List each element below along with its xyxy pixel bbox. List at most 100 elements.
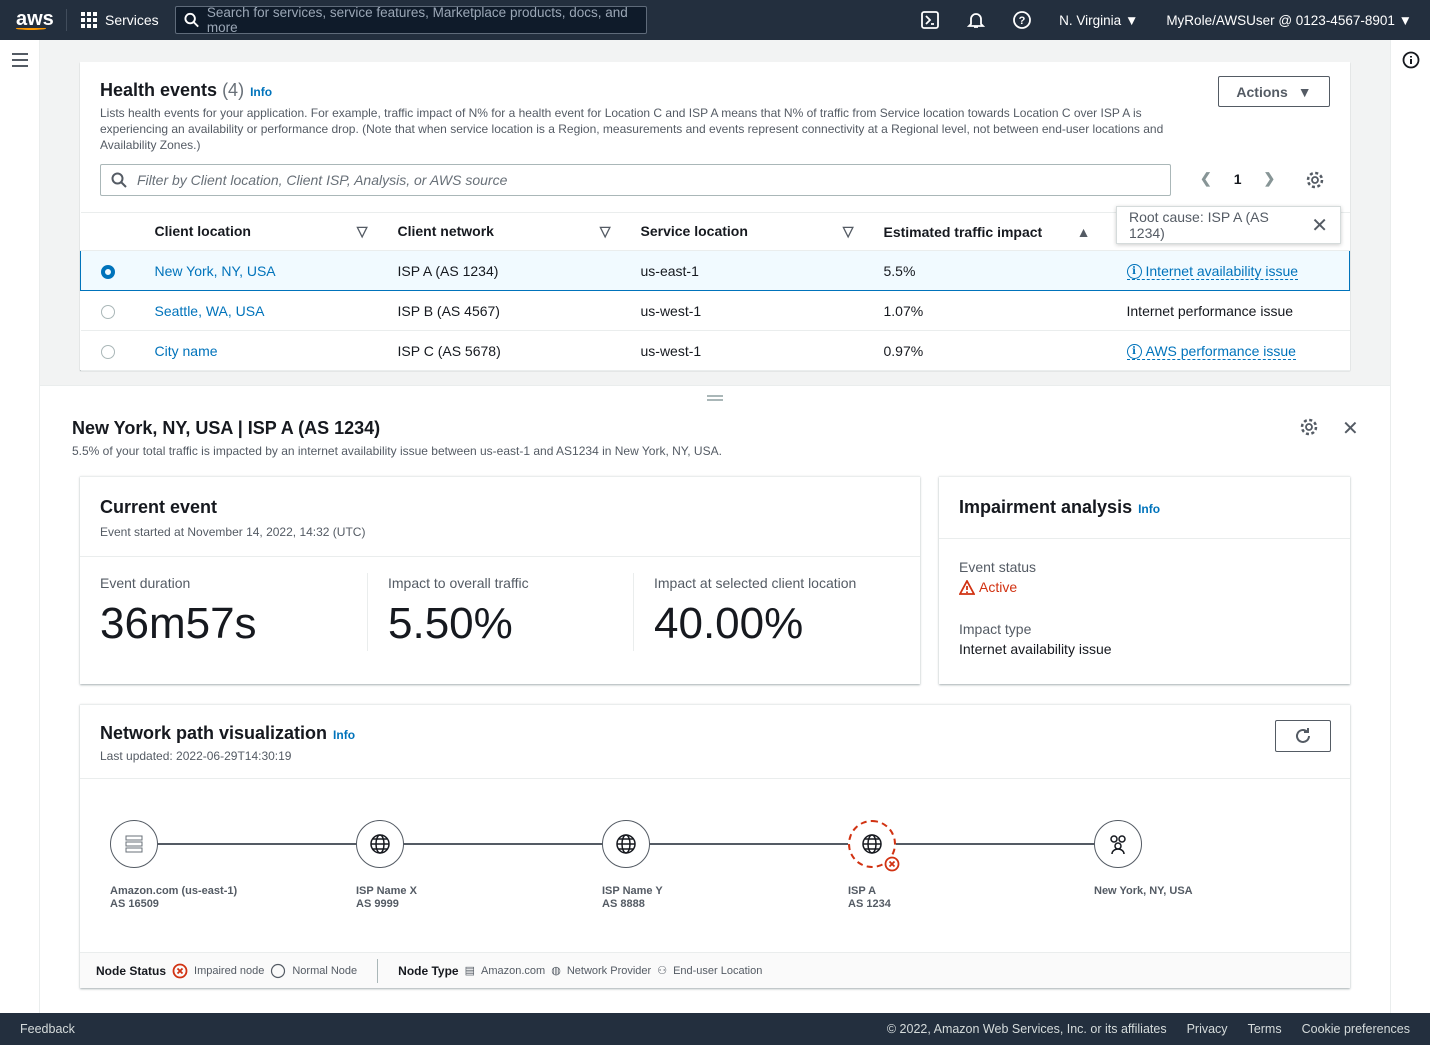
column-header-client-location[interactable]: Client location ▽ [134,212,378,251]
logo-text: aws [16,7,54,30]
global-search-input[interactable]: Search for services, service features, M… [174,5,647,35]
event-status-value: Active [959,579,1330,595]
close-panel-icon[interactable]: ✕ [1342,416,1359,441]
node-name: ISP Name Y [602,885,663,897]
page-number[interactable]: 1 [1234,171,1242,187]
row-radio[interactable] [101,264,115,279]
account-menu[interactable]: MyRole/AWSUser @ 0123-4567-8901 ▼ [1166,13,1412,28]
network-legend: Node Status Impaired node Normal Node No… [80,952,1350,988]
split-panel: New York, NY, USA | ISP A (AS 1234) 5.5%… [40,385,1390,1013]
column-header-service-location[interactable]: Service location ▽ [620,212,864,251]
globe-icon: ◍ [551,965,561,977]
info-panel-icon[interactable] [1402,51,1420,69]
network-info-link[interactable]: Info [333,728,355,742]
caret-down-icon: ▼ [1297,83,1312,100]
node-label: ISP Name X AS 9999 [356,885,417,911]
services-menu-button[interactable]: Services [81,12,159,28]
table-row[interactable]: Seattle, WA, USA ISP B (AS 4567) us-west… [80,290,1350,331]
footer: Feedback © 2022, Amazon Web Services, In… [0,1013,1430,1045]
impairment-title: Impairment analysis [959,497,1133,517]
service-cell: us-west-1 [620,330,864,371]
settings-gear-icon[interactable] [1300,418,1318,436]
region-selector[interactable]: N. Virginia ▼ [1059,13,1138,28]
hamburger-menu-icon[interactable] [12,53,28,67]
service-cell: us-east-1 [620,250,864,291]
legend-enduser: End-user Location [673,964,763,977]
health-events-title: Health events (4) [100,80,245,100]
users-icon: ⚇ [657,965,668,977]
service-cell: us-west-1 [620,290,864,331]
search-icon [111,172,127,188]
health-description: Lists health events for your application… [100,106,1164,152]
users-icon [1106,833,1130,855]
location-link[interactable]: City name [155,343,218,359]
node-as: AS 9999 [356,898,399,910]
node-name: New York, NY, USA [1094,885,1193,897]
cloudshell-icon[interactable] [921,11,940,29]
health-info-link[interactable]: Info [250,85,272,99]
table-row[interactable]: City name ISP C (AS 5678) us-west-1 0.97… [80,330,1350,371]
left-rail [0,40,40,1013]
refresh-button[interactable] [1275,720,1331,752]
divider [66,9,67,31]
row-radio[interactable] [100,344,115,359]
right-rail [1390,40,1430,1013]
analysis-link[interactable]: i AWS performance issue [1126,343,1296,361]
settings-gear-icon[interactable] [1306,171,1324,189]
bell-icon[interactable] [967,11,986,29]
analysis-cell: Internet performance issue [1106,290,1350,331]
location-link[interactable]: New York, NY, USA [155,263,276,279]
network-path-diagram: Amazon.com (us-east-1) AS 16509 ISP Name X… [80,805,1350,925]
impact-cell: 0.97% [863,330,1107,371]
path-node[interactable] [848,820,900,872]
node-label: ISP Name Y AS 8888 [602,885,663,911]
cookie-preferences-link[interactable]: Cookie preferences [1302,1022,1410,1036]
warning-icon [959,579,975,595]
aws-logo[interactable]: aws [16,7,54,30]
privacy-link[interactable]: Privacy [1187,1022,1228,1036]
current-event-panel: Current event Event started at November … [80,476,920,684]
feedback-link[interactable]: Feedback [20,1022,75,1036]
amazon-datacenter-icon [124,834,144,854]
node-name: ISP Name X [356,885,417,897]
region-label: N. Virginia [1059,12,1122,28]
location-link[interactable]: Seattle, WA, USA [155,303,265,319]
current-event-title: Current event [100,497,218,517]
impact-type-value: Internet availability issue [959,641,1112,657]
grid-icon [81,12,97,28]
path-node[interactable] [602,820,650,868]
analysis-link[interactable]: i Internet availability issue [1126,263,1299,281]
path-node[interactable] [1094,820,1142,868]
node-as: AS 1234 [848,898,891,910]
resize-handle[interactable] [707,395,723,401]
health-events-container: Health events (4) Info Lists health even… [80,62,1350,371]
actions-button[interactable]: Actions ▼ [1218,76,1330,107]
path-node[interactable] [110,820,158,868]
previous-page-icon[interactable]: ❮ [1200,170,1212,187]
impact-type-label: Impact type [959,621,1032,637]
network-path-title: Network path visualization [100,723,328,743]
network-cell: ISP B (AS 4567) [377,290,621,331]
event-status-label: Event status [959,559,1037,575]
close-icon[interactable]: ✕ [1311,213,1328,238]
row-radio[interactable] [100,304,115,319]
column-header-client-network[interactable]: Client network ▽ [377,212,621,251]
column-header-traffic-impact[interactable]: Estimated traffic impact ▲ [863,212,1107,251]
next-page-icon[interactable]: ❯ [1264,170,1276,187]
terms-link[interactable]: Terms [1248,1022,1282,1036]
event-started: Event started at November 14, 2022, 14:3… [100,525,366,539]
help-icon[interactable]: ? [1013,11,1032,29]
top-navigation: aws Services Search for services, servic… [0,0,1430,40]
detail-subtitle: 5.5% of your total traffic is impacted b… [72,444,722,458]
impact-cell: 1.07% [863,290,1107,331]
path-node[interactable] [356,820,404,868]
legend-provider: Network Provider [566,964,652,977]
filter-input[interactable]: Filter by Client location, Client ISP, A… [100,164,1171,196]
impairment-info-link[interactable]: Info [1138,502,1160,516]
metric-event-duration: Event duration 36m57s [100,575,257,648]
legend-type-label: Node Type [398,963,459,978]
network-path-panel: Network path visualization Info Last upda… [80,704,1350,988]
sort-icon: ▽ [599,223,611,239]
globe-icon [369,833,391,855]
table-row[interactable]: New York, NY, USA ISP A (AS 1234) us-eas… [80,250,1350,291]
